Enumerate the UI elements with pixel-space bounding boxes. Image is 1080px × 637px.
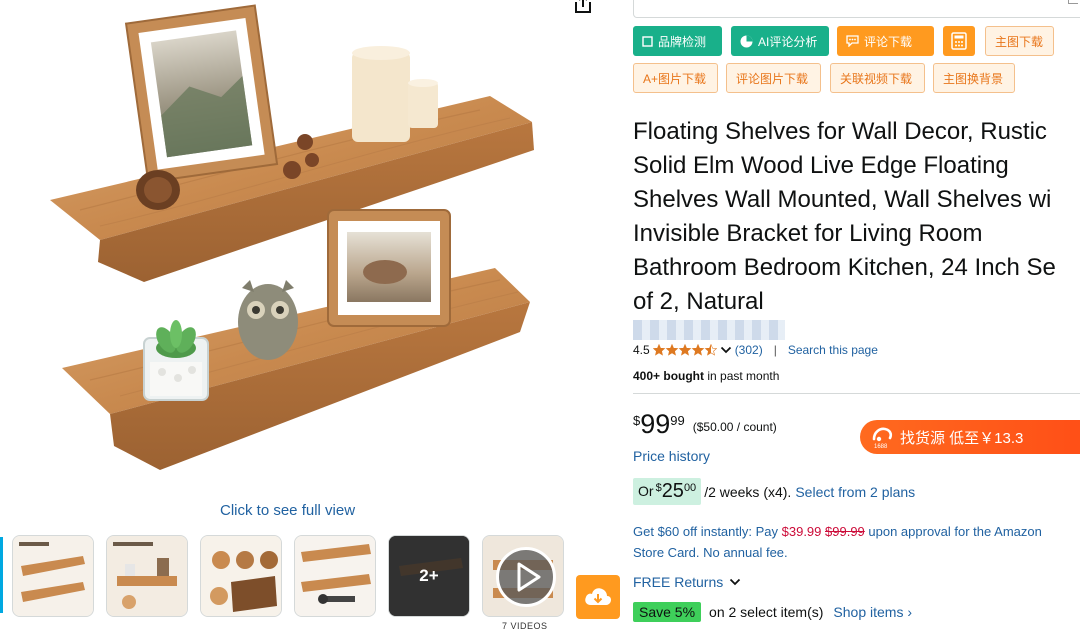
chevron-down-icon[interactable] [720, 345, 732, 355]
aplus-image-download-button[interactable]: A+图片下载 [633, 63, 718, 93]
plan-period: /2 weeks (x4). [704, 483, 792, 500]
title-line: Solid Elm Wood Live Edge Floating [633, 152, 1009, 179]
thumbnail-5-more[interactable]: 2+ [388, 535, 470, 617]
store-card-offer[interactable]: Get $60 off instantly: Pay $39.99 $99.99… [633, 521, 1080, 563]
play-icon[interactable] [496, 547, 556, 607]
price-fraction: 99 [670, 413, 685, 428]
select-plans-link[interactable]: Select from 2 plans [795, 484, 915, 500]
offer-text: Get $60 off instantly: Pay [633, 524, 782, 539]
shop-items-link[interactable]: Shop items › [833, 604, 912, 620]
save-promotion: Save 5% on 2 select item(s) Shop items › [633, 602, 912, 622]
free-returns-label: FREE Returns [633, 574, 724, 590]
rating-value: 4.5 [633, 343, 650, 357]
thumbnail-image [107, 536, 187, 616]
related-video-download-label: 关联视频下载 [840, 71, 913, 86]
rating-row: 4.5 (302) | Search this page [633, 343, 878, 357]
review-image-download-label: 评论图片下载 [736, 71, 809, 86]
save-text: on 2 select item(s) [709, 604, 824, 620]
main-image-download-label: 主图下载 [995, 34, 1044, 49]
search-box-fragment[interactable] [633, 0, 1080, 18]
shelf-photo [50, 4, 534, 470]
price: $ 99 99 ($50.00 / count) [633, 409, 777, 439]
offer-text-3: Store Card. No annual fee. [633, 545, 788, 560]
price-history-link[interactable]: Price history [633, 448, 710, 464]
ai-review-analysis-button[interactable]: AI评论分析 [731, 26, 829, 56]
1688-logo-icon: 1688 [872, 427, 893, 450]
bought-in-past-month: 400+ bought in past month [633, 369, 779, 383]
free-returns-link[interactable]: FREE Returns [633, 574, 741, 590]
review-image-download-button[interactable]: 评论图片下载 [726, 63, 821, 93]
calculator-button[interactable] [943, 26, 975, 56]
offer-old-price: $99.99 [825, 524, 865, 539]
product-title: Floating Shelves for Wall Decor, Rustic … [633, 115, 1080, 319]
pie-chart-icon [740, 35, 753, 47]
plan-prefix: Or [638, 483, 654, 499]
brand-check-button[interactable]: 品牌检测 [633, 26, 722, 56]
1688-logo-text: 1688 [874, 444, 888, 450]
bought-count: 400+ bought [633, 369, 705, 383]
share-icon[interactable] [571, 0, 595, 16]
plan-fraction: 00 [683, 482, 697, 494]
video-thumbnail[interactable] [482, 535, 564, 617]
blurred-store-link[interactable] [633, 320, 785, 340]
thumbnail-image [295, 536, 375, 616]
save-badge: Save 5% [633, 602, 702, 622]
brand-check-label: 品牌检测 [658, 34, 707, 49]
videos-count: 7 VIDEOS [502, 621, 548, 631]
title-line: Invisible Bracket for Living Room [633, 220, 983, 247]
bought-period: in past month [704, 369, 780, 383]
more-images-count: 2+ [389, 536, 469, 616]
title-line: Floating Shelves for Wall Decor, Rustic [633, 118, 1047, 145]
review-download-label: 评论下载 [864, 34, 913, 49]
offer-new-price: $39.99 [781, 524, 822, 539]
thumbnail-scroll-indicator [0, 537, 3, 613]
divider [633, 393, 1080, 394]
plan-whole: 25 [661, 480, 684, 502]
full-view-link[interactable]: Click to see full view [220, 502, 355, 519]
thumbnail-image [201, 536, 281, 616]
search-this-page-link[interactable]: Search this page [788, 343, 878, 357]
thumbnail-image [13, 536, 93, 616]
ai-review-analysis-label: AI评论分析 [758, 34, 818, 49]
replace-background-button[interactable]: 主图换背景 [933, 63, 1015, 93]
cloud-download-icon[interactable] [576, 575, 620, 619]
offer-text-2: upon approval for the Amazon [864, 524, 1042, 539]
title-line: Bathroom Bedroom Kitchen, 24 Inch Se [633, 254, 1056, 281]
separator: | [773, 343, 777, 357]
installment-price-badge: Or $ 25 00 [633, 478, 702, 505]
thumbnail-4[interactable] [294, 535, 376, 617]
price-currency: $ [633, 413, 641, 428]
checkbox-icon [642, 35, 653, 47]
unit-price: ($50.00 / count) [692, 420, 777, 434]
aplus-image-download-label: A+图片下载 [643, 71, 707, 86]
main-image-download-button[interactable]: 主图下载 [985, 26, 1054, 56]
replace-background-label: 主图换背景 [943, 71, 1004, 86]
thumbnail-3[interactable] [200, 535, 282, 617]
thumbnail-2[interactable] [106, 535, 188, 617]
thumbnail-1[interactable] [12, 535, 94, 617]
sourcing-label: 找货源 低至￥13.3 [900, 429, 1024, 447]
chevron-down-icon [730, 578, 741, 586]
comment-icon [846, 35, 859, 47]
installment-plan: Or $ 25 00 /2 weeks (x4). Select from 2 … [633, 478, 915, 505]
1688-sourcing-button[interactable]: 1688 找货源 低至￥13.3 [860, 420, 1080, 454]
star-rating-icon[interactable] [652, 344, 717, 356]
price-whole: 99 [640, 409, 671, 439]
review-count-link[interactable]: (302) [735, 343, 763, 357]
review-download-button[interactable]: 评论下载 [837, 26, 934, 56]
main-product-image[interactable] [40, 0, 570, 492]
calculator-icon [951, 32, 967, 50]
title-line: of 2, Natural [633, 288, 764, 315]
title-line: Shelves Wall Mounted, Wall Shelves wi [633, 186, 1052, 213]
related-video-download-button[interactable]: 关联视频下载 [830, 63, 925, 93]
